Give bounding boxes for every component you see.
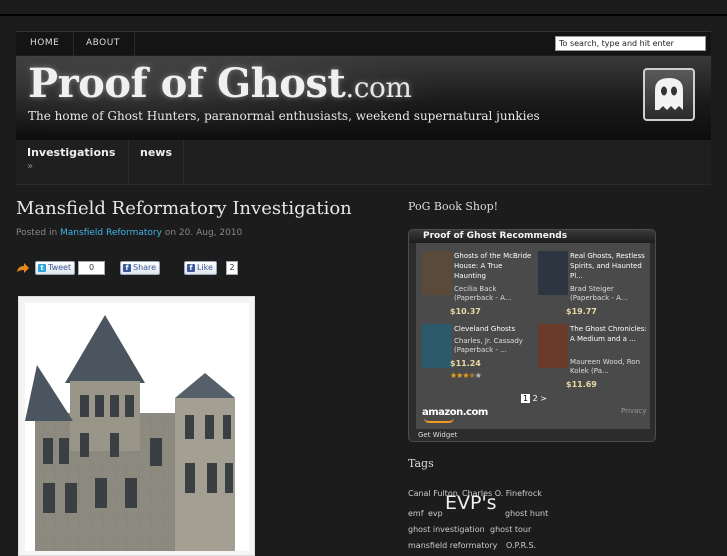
tweet-count: 0	[78, 261, 105, 275]
site-tagline: The home of Ghost Hunters, paranormal en…	[28, 109, 540, 123]
pager-current-page[interactable]: 1	[521, 394, 531, 403]
post-title[interactable]: Mansfield Reformatory Investigation	[16, 198, 352, 219]
twitter-icon: t	[38, 264, 46, 272]
tag-link[interactable]: ghost hunt	[505, 506, 548, 521]
nav-home-link[interactable]: HOME	[16, 32, 75, 56]
tweet-label: Tweet	[48, 263, 72, 272]
book-price: $19.77	[566, 307, 597, 316]
privacy-link[interactable]: Privacy	[621, 407, 646, 415]
widget-body: Ghosts of the McBride House: A True Haun…	[416, 243, 650, 429]
tag-link[interactable]: evp	[428, 506, 443, 521]
get-widget-link[interactable]: Get Widget	[418, 431, 457, 439]
book-price: $11.69	[566, 380, 597, 389]
amazon-widget: Proof of Ghost Recommends Ghosts of the …	[408, 229, 656, 442]
site-title-link[interactable]: Proof of Ghost.com	[28, 60, 412, 107]
tag-link[interactable]: O.P.R.S.	[506, 538, 536, 553]
book-title[interactable]: Cleveland Ghosts	[454, 324, 536, 334]
pager-next-arrow-icon[interactable]: >	[540, 394, 547, 403]
book-item[interactable]: Ghosts of the McBride House: A True Haun…	[422, 251, 537, 321]
amazon-logo-text: amazon.com	[422, 407, 488, 418]
book-item[interactable]: The Ghost Chronicles: A Medium and a ...…	[538, 324, 653, 394]
book-cover[interactable]	[538, 251, 568, 295]
book-item[interactable]: Real Ghosts, Restless Spirits, and Haunt…	[538, 251, 653, 321]
widget-pager: 1 2 >	[521, 394, 547, 403]
site-title-main: Proof of Ghost	[28, 60, 346, 107]
book-price: $10.37	[450, 307, 481, 316]
nav-about-link[interactable]: ABOUT	[72, 32, 135, 56]
book-title[interactable]: The Ghost Chronicles: A Medium and a ...	[570, 324, 652, 344]
post-category-link[interactable]: Mansfield Reformatory	[60, 228, 162, 238]
post-image-frame	[18, 296, 255, 556]
tag-link[interactable]: ghost investigation	[408, 522, 485, 537]
search-input[interactable]	[555, 36, 706, 51]
amazon-logo[interactable]: amazon.com	[422, 407, 488, 423]
top-divider	[0, 14, 727, 16]
book-author: Charles, Jr. Cassady (Paperback - ...	[454, 337, 523, 354]
nav-news[interactable]: news	[129, 140, 184, 185]
book-cover[interactable]	[422, 324, 452, 368]
post-date: 20. Aug, 2010	[178, 228, 243, 238]
facebook-icon: f	[123, 264, 131, 272]
book-author: Cecilia Back (Paperback - A...	[454, 285, 512, 302]
pager-page-2[interactable]: 2	[533, 394, 538, 403]
book-title[interactable]: Real Ghosts, Restless Spirits, and Haunt…	[570, 251, 652, 281]
post-meta: Posted in Mansfield Reformatory on 20. A…	[16, 228, 242, 238]
reformatory-building-photo[interactable]	[25, 303, 249, 551]
site-title-suffix: .com	[345, 71, 412, 104]
tag-link[interactable]: emf	[408, 506, 424, 521]
book-cover[interactable]	[422, 251, 452, 295]
share-toolbar: t Tweet 0 f Share f Like 2	[16, 260, 246, 276]
page: HOME ABOUT Proof of Ghost.com The home o…	[0, 0, 727, 556]
nav-investigations-label: Investigations	[27, 146, 116, 159]
book-shop-heading: PoG Book Shop!	[408, 200, 499, 213]
book-item[interactable]: Cleveland Ghosts Charles, Jr. Cassady (P…	[422, 324, 537, 394]
tweet-button[interactable]: t Tweet	[35, 261, 76, 275]
facebook-icon: f	[187, 264, 195, 272]
widget-title: Proof of Ghost Recommends	[409, 230, 655, 243]
book-title[interactable]: Ghosts of the McBride House: A True Haun…	[454, 251, 536, 281]
like-label: Like	[197, 263, 213, 272]
site-header-banner: Proof of Ghost.com The home of Ghost Hun…	[16, 56, 711, 140]
on-label: on	[164, 228, 177, 238]
tag-link[interactable]: ghost tour	[490, 522, 531, 537]
book-price: $11.24	[450, 359, 481, 368]
tag-link[interactable]: EVP's	[445, 494, 497, 513]
facebook-like-button[interactable]: f Like	[184, 261, 217, 275]
submenu-arrow-icon: »	[27, 161, 34, 172]
book-author: Maureen Wood, Ron Kolek (Pa...	[570, 358, 641, 375]
nav-investigations[interactable]: Investigations »	[16, 140, 129, 185]
book-cover[interactable]	[538, 324, 568, 368]
share-arrow-icon[interactable]	[16, 263, 29, 273]
facebook-share-button[interactable]: f Share	[120, 261, 161, 275]
like-count: 2	[226, 261, 238, 275]
amazon-smile-icon	[424, 418, 454, 423]
book-author: Brad Steiger (Paperback - A...	[570, 285, 628, 302]
posted-in-label: Posted in	[16, 228, 58, 238]
tags-heading: Tags	[408, 457, 434, 470]
tag-link[interactable]: mansfield reformatory	[408, 538, 497, 553]
star-rating-icon: ★★★★★	[450, 371, 482, 380]
share-label: Share	[133, 263, 157, 272]
main-navigation: Investigations » news	[16, 140, 711, 185]
ghost-icon	[643, 68, 695, 121]
